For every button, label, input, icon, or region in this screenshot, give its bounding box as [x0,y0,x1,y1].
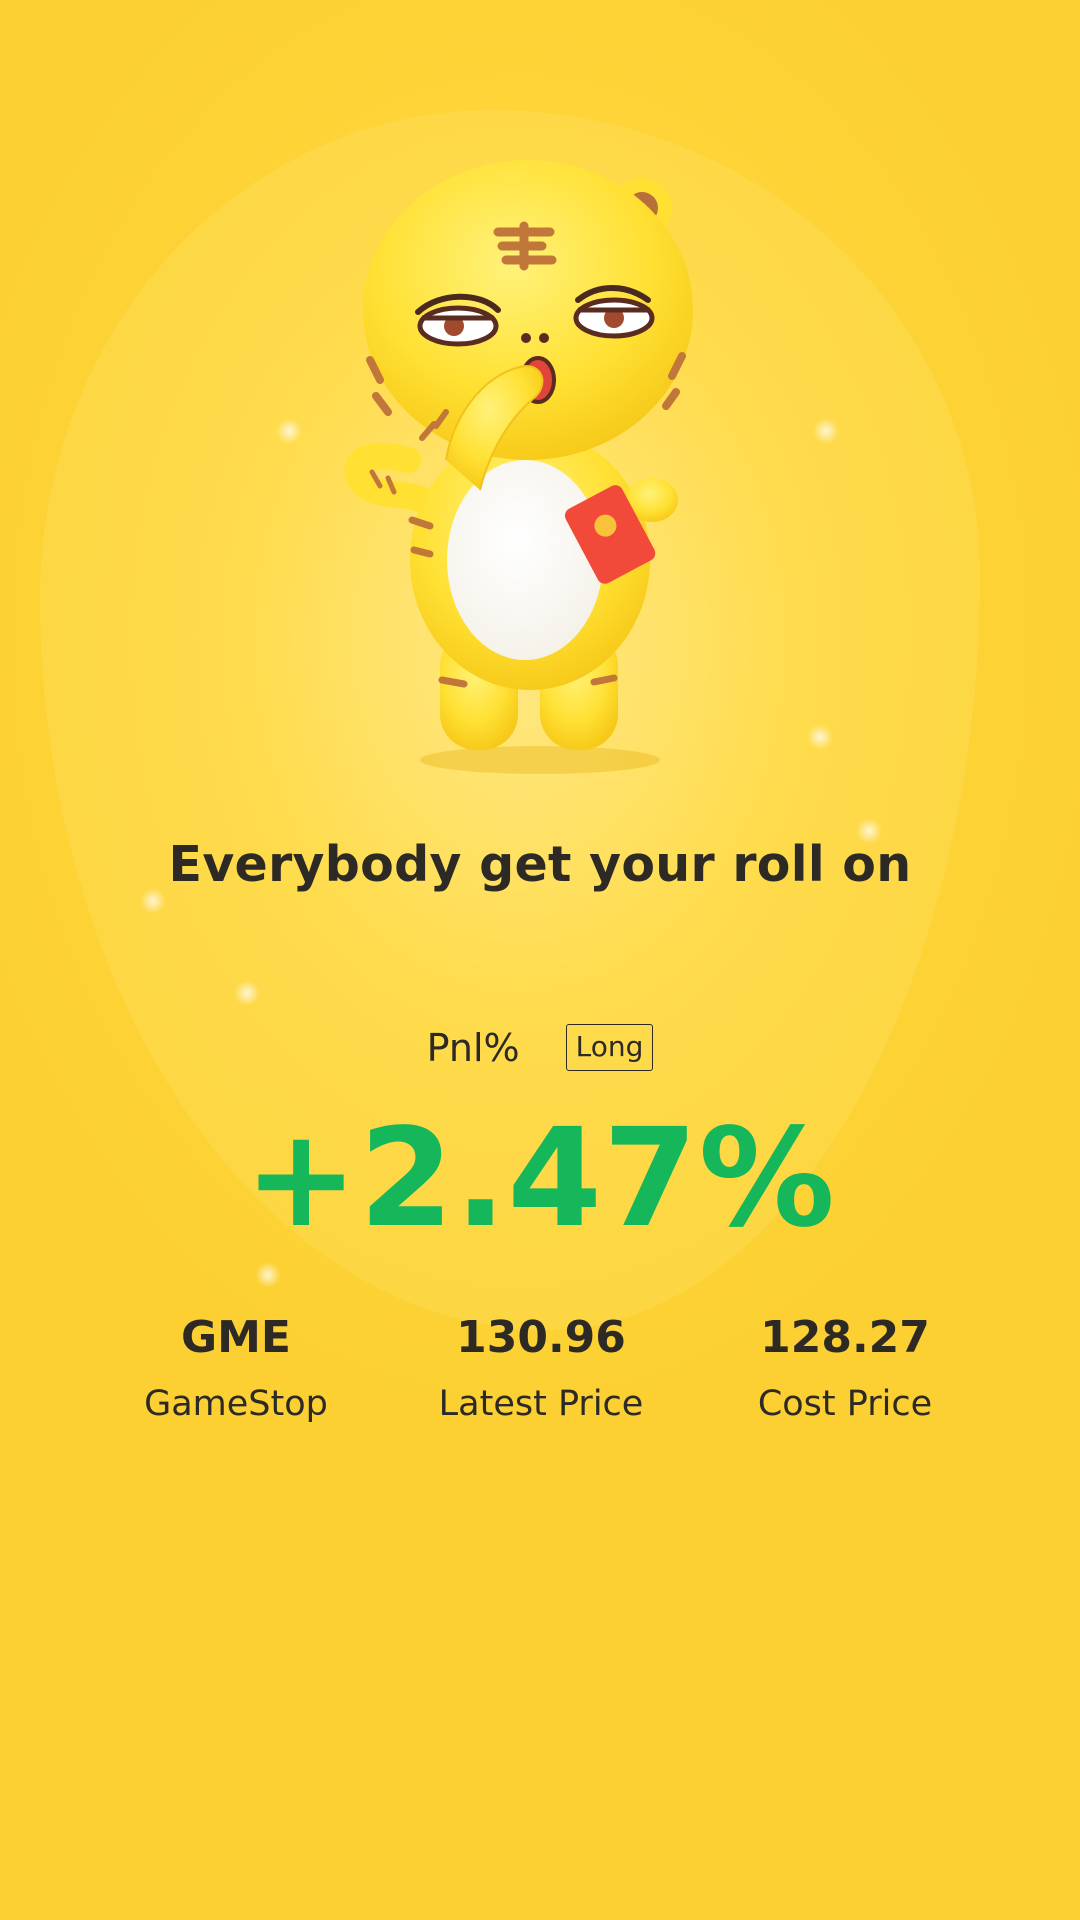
sparkle-decoration [807,724,833,750]
position-direction-badge: Long [565,1024,654,1071]
sparkle-decoration [234,980,260,1006]
cost-price-value: 128.27 [760,1312,930,1363]
pnl-header: Pnl% Long [0,1024,1080,1071]
latest-price-label: Latest Price [438,1384,644,1424]
pnl-percentage-value: +2.47% [244,1100,836,1258]
cost-price-label: Cost Price [757,1384,933,1424]
stat-cost-price: 128.27 Cost Price [695,1310,995,1428]
stock-symbol: GME [181,1312,291,1363]
sparkle-decoration [276,418,302,444]
sparkle-decoration [813,418,839,444]
stock-name: GameStop [144,1384,328,1424]
latest-price-value: 130.96 [456,1312,626,1363]
stats-row: GME GameStop 130.96 Latest Price 128.27 … [0,1310,1080,1440]
sparkle-decoration [255,1262,281,1288]
stat-latest-price: 130.96 Latest Price [391,1310,691,1428]
pnl-label: Pnl% [426,1025,520,1070]
stat-symbol: GME GameStop [86,1310,386,1428]
headline: Everybody get your roll on [168,836,912,893]
tiger-mascot-icon [344,160,693,774]
